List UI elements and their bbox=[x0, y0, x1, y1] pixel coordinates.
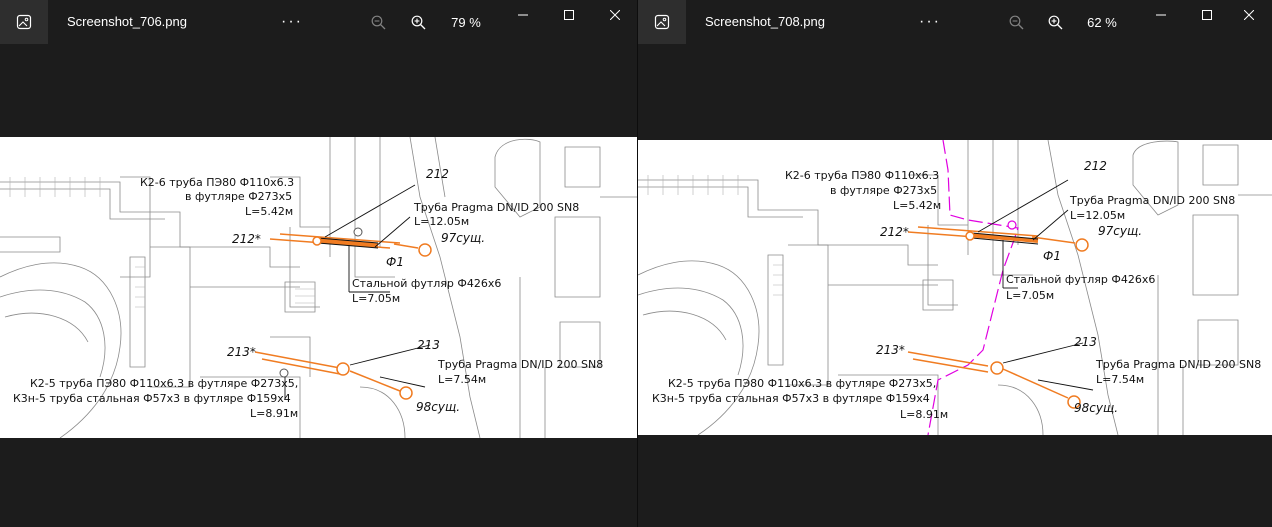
maximize-icon bbox=[564, 10, 574, 20]
image-icon[interactable] bbox=[0, 0, 48, 44]
building-outlines bbox=[638, 140, 1272, 435]
photos-window-left: Screenshot_706.png ··· 79 % К2-6 труба П… bbox=[0, 0, 637, 527]
image-viewport[interactable]: К2-6 труба ПЭ80 Ф110х6.3 в футляре Ф273х… bbox=[0, 137, 637, 438]
label-node-97: 97сущ. bbox=[441, 231, 485, 245]
zoom-out-button[interactable] bbox=[366, 0, 390, 44]
label-k2-6-case: в футляре Ф273х5 bbox=[830, 184, 937, 197]
label-k3n-5: К3н-5 труба стальная Ф57х3 в футляре Ф15… bbox=[652, 392, 930, 405]
label-k2-5: К2-5 труба ПЭ80 Ф110х6.3 в футляре Ф273х… bbox=[668, 377, 936, 390]
more-options-button[interactable]: ··· bbox=[915, 0, 945, 44]
label-node-212: 212 bbox=[426, 167, 449, 181]
label-pragma-top-length: L=12.05м bbox=[414, 215, 469, 228]
label-pragma-top: Труба Pragma DN/ID 200 SN8 bbox=[413, 201, 579, 214]
label-node-212-star: 212* bbox=[880, 225, 909, 239]
label-bottom-length: L=8.91м bbox=[250, 407, 298, 420]
close-button[interactable] bbox=[1226, 0, 1272, 30]
label-pragma-bottom: Труба Pragma DN/ID 200 SN8 bbox=[1095, 358, 1261, 371]
zoom-in-button[interactable] bbox=[1043, 0, 1067, 44]
close-icon bbox=[1244, 10, 1254, 20]
label-bottom-length: L=8.91м bbox=[900, 408, 948, 421]
label-pragma-bottom-length: L=7.54м bbox=[438, 373, 486, 386]
label-pragma-top: Труба Pragma DN/ID 200 SN8 bbox=[1069, 194, 1235, 207]
close-icon bbox=[610, 10, 620, 20]
label-steel-case-length: L=7.05м bbox=[352, 292, 400, 305]
zoom-out-icon bbox=[371, 15, 385, 29]
label-k2-6-length: L=5.42м bbox=[893, 199, 941, 212]
label-steel-case-length: L=7.05м bbox=[1006, 289, 1054, 302]
zoom-out-icon bbox=[1009, 15, 1023, 29]
zoom-level[interactable]: 79 % bbox=[446, 0, 486, 44]
label-pragma-bottom: Труба Pragma DN/ID 200 SN8 bbox=[437, 358, 603, 371]
maximize-icon bbox=[1202, 10, 1212, 20]
cad-drawing: К2-6 труба ПЭ80 Ф110х6.3 в футляре Ф273х… bbox=[638, 140, 1272, 435]
maximize-button[interactable] bbox=[1184, 0, 1230, 30]
cad-drawing: К2-6 труба ПЭ80 Ф110х6.3 в футляре Ф273х… bbox=[0, 137, 637, 438]
label-node-98: 98сущ. bbox=[1074, 401, 1118, 415]
window-title: Screenshot_706.png bbox=[67, 14, 187, 29]
label-node-212: 212 bbox=[1084, 159, 1107, 173]
zoom-level[interactable]: 62 % bbox=[1082, 0, 1122, 44]
label-k3n-5: К3н-5 труба стальная Ф57х3 в футляре Ф15… bbox=[13, 392, 291, 405]
maximize-button[interactable] bbox=[546, 0, 592, 30]
label-k2-6-length: L=5.42м bbox=[245, 205, 293, 218]
zoom-in-icon bbox=[1048, 15, 1062, 29]
close-button[interactable] bbox=[592, 0, 637, 30]
label-node-213: 213 bbox=[1074, 335, 1097, 349]
title-bar: Screenshot_708.png ··· 62 % bbox=[638, 0, 1272, 44]
minimize-button[interactable] bbox=[500, 0, 546, 30]
label-k2-6: К2-6 труба ПЭ80 Ф110х6.3 bbox=[140, 176, 294, 189]
label-node-213-star: 213* bbox=[227, 345, 256, 359]
image-icon[interactable] bbox=[638, 0, 686, 44]
label-k2-5: К2-5 труба ПЭ80 Ф110х6.3 в футляре Ф273х… bbox=[30, 377, 298, 390]
label-f1: Ф1 bbox=[1043, 249, 1061, 263]
image-viewport[interactable]: К2-6 труба ПЭ80 Ф110х6.3 в футляре Ф273х… bbox=[638, 140, 1272, 435]
magenta-line bbox=[927, 140, 1019, 435]
minimize-icon bbox=[1156, 14, 1166, 16]
label-k2-6-case: в футляре Ф273х5 bbox=[185, 190, 292, 203]
label-node-97: 97сущ. bbox=[1098, 224, 1142, 238]
title-bar: Screenshot_706.png ··· 79 % bbox=[0, 0, 637, 44]
minimize-icon bbox=[518, 14, 528, 16]
label-pragma-bottom-length: L=7.54м bbox=[1096, 373, 1144, 386]
label-steel-case: Стальной футляр Ф426х6 bbox=[352, 277, 501, 290]
window-title: Screenshot_708.png bbox=[705, 14, 825, 29]
photos-window-right: Screenshot_708.png ··· 62 % К2-6 труба П… bbox=[638, 0, 1272, 527]
label-k2-6: К2-6 труба ПЭ80 Ф110х6.3 bbox=[785, 169, 939, 182]
label-node-98: 98сущ. bbox=[416, 400, 460, 414]
zoom-out-button[interactable] bbox=[1004, 0, 1028, 44]
zoom-in-button[interactable] bbox=[406, 0, 430, 44]
label-f1: Ф1 bbox=[386, 255, 404, 269]
label-pragma-top-length: L=12.05м bbox=[1070, 209, 1125, 222]
zoom-in-icon bbox=[411, 15, 425, 29]
minimize-button[interactable] bbox=[1138, 0, 1184, 30]
more-options-button[interactable]: ··· bbox=[277, 0, 307, 44]
label-steel-case: Стальной футляр Ф426х6 bbox=[1006, 273, 1155, 286]
label-node-212-star: 212* bbox=[232, 232, 261, 246]
label-node-213-star: 213* bbox=[876, 343, 905, 357]
label-node-213: 213 bbox=[417, 338, 440, 352]
